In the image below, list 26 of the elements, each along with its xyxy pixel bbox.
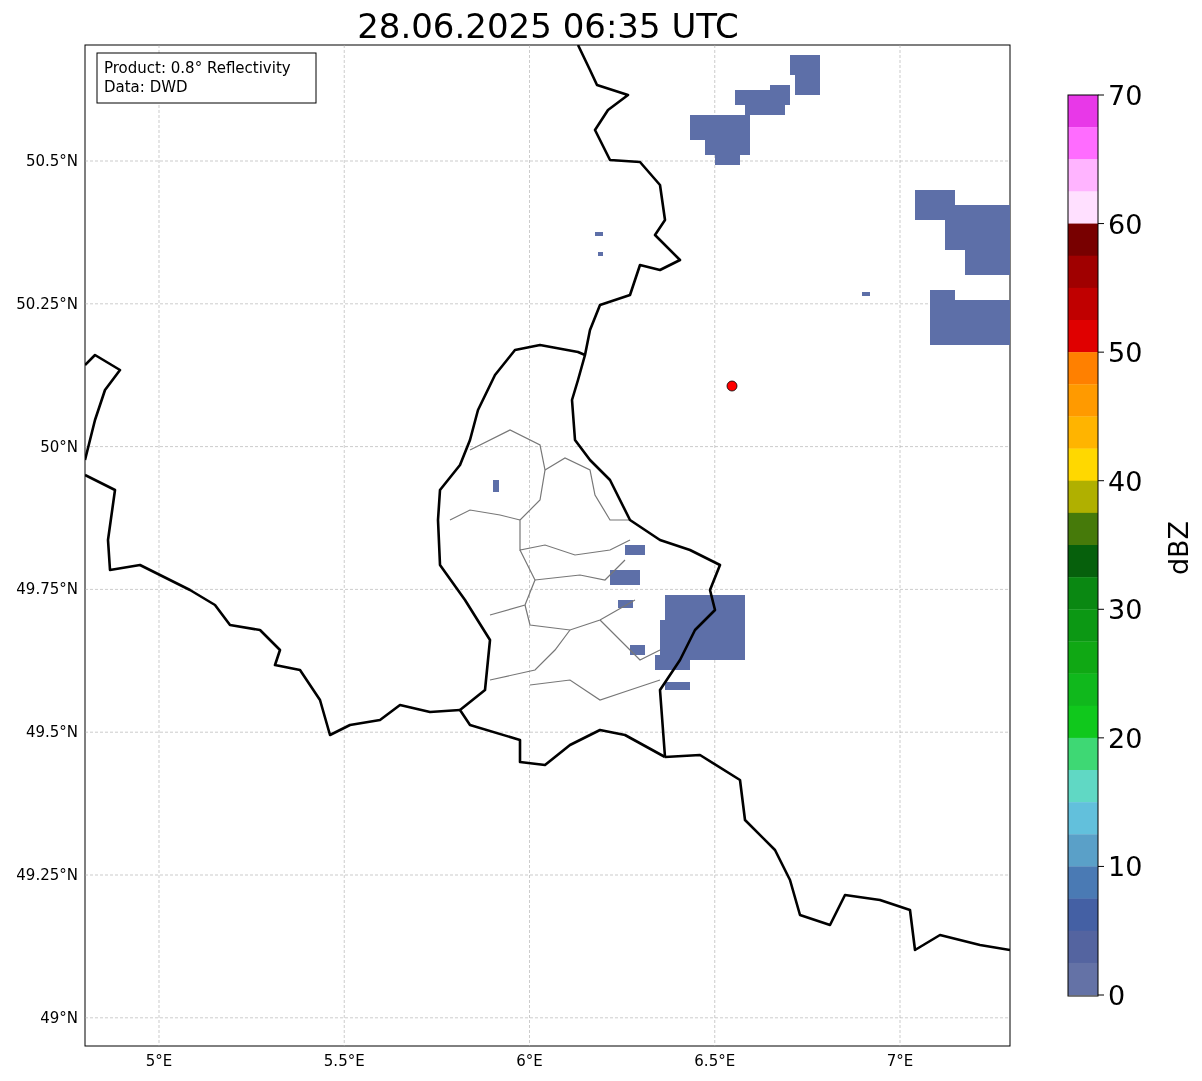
legend-text: Data: DWD [104, 78, 188, 96]
location-marker-icon [726, 380, 738, 392]
colorbar-tick-label: 60 [1108, 208, 1143, 240]
radar-echo [493, 480, 499, 492]
colorbar-tick-label: 0 [1108, 980, 1126, 1011]
colorbar-tick-label: 10 [1108, 851, 1143, 883]
colorbar-tick-label: 20 [1108, 722, 1143, 754]
colorbar-tick-label: 70 [1108, 80, 1143, 111]
colorbar-tick-label: 50 [1108, 337, 1143, 369]
latitude-label: 49.75°N [16, 580, 78, 599]
latitude-label: 49.25°N [16, 866, 78, 884]
latitude-label: 49°N [40, 1008, 78, 1027]
colorbar-tick-label: 30 [1108, 594, 1143, 626]
latitude-label: 50.25°N [16, 294, 78, 313]
chart-title: 28.06.2025 06:35 UTC [357, 6, 739, 46]
longitude-label: 5°E [145, 1052, 173, 1070]
latitude-label: 50.5°N [25, 152, 78, 170]
colorbar-title: dBZ [1163, 520, 1194, 576]
longitude-label: 5.5°E [323, 1052, 365, 1070]
colorbar-tick-label: 40 [1108, 465, 1143, 497]
latitude-label: 49.5°N [25, 723, 78, 742]
longitude-label: 6°E [516, 1052, 543, 1070]
legend-text: Product: 0.8° Reflectivity [104, 59, 291, 77]
latitude-label: 50°N [40, 437, 78, 456]
longitude-label: 6.5°E [694, 1052, 736, 1070]
longitude-label: 7°E [886, 1052, 914, 1070]
